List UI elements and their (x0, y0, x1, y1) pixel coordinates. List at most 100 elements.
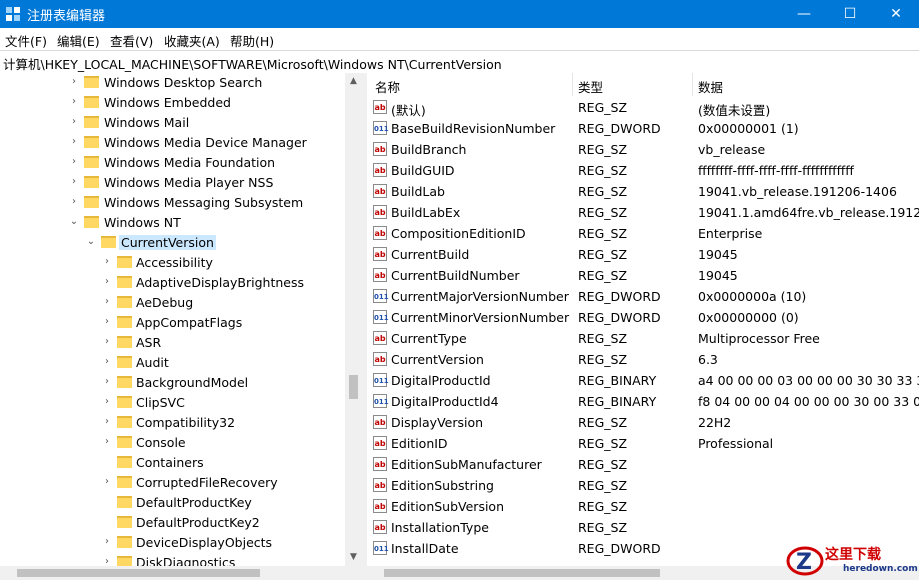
chevron-right-icon[interactable]: › (102, 536, 112, 548)
menu-help[interactable]: 帮助(H) (230, 31, 274, 50)
value-row[interactable]: ab CurrentType REG_SZ Multiprocessor Free (367, 328, 919, 349)
menu-edit[interactable]: 编辑(E) (57, 31, 100, 50)
chevron-right-icon[interactable]: › (69, 116, 79, 128)
folder-icon (117, 456, 132, 468)
value-type: REG_DWORD (578, 310, 661, 325)
values-list[interactable]: 名称 类型 数据 ab (默认) REG_SZ (数值未设置) 011 BaseBuild… (367, 73, 919, 566)
value-row[interactable]: ab BuildBranch REG_SZ vb_release (367, 139, 919, 160)
menu-view[interactable]: 查看(V) (110, 31, 153, 50)
value-data: ffffffff-ffff-ffff-ffff-ffffffffffff (698, 163, 854, 178)
menu-file[interactable]: 文件(F) (5, 31, 47, 50)
tree-item[interactable]: › AeDebug (0, 293, 345, 313)
watermark-text: 这里下载 (825, 547, 881, 563)
tree-item[interactable]: › AppCompatFlags (0, 313, 345, 333)
binary-value-icon: 011 (373, 310, 389, 324)
chevron-right-icon[interactable]: › (102, 556, 112, 566)
value-row[interactable]: ab EditionSubManufacturer REG_SZ (367, 454, 919, 475)
value-row[interactable]: 011 BaseBuildRevisionNumber REG_DWORD 0x000… (367, 118, 919, 139)
binary-value-icon: 011 (373, 121, 389, 135)
tree-vertical-scrollbar[interactable]: ▲ ▼ (345, 73, 362, 566)
tree-item[interactable]: › Console (0, 433, 345, 453)
chevron-right-icon[interactable]: › (102, 276, 112, 288)
value-row[interactable]: ab EditionSubVersion REG_SZ (367, 496, 919, 517)
tree-item[interactable]: › Windows Mail (0, 113, 345, 133)
folder-icon (117, 396, 132, 408)
chevron-right-icon[interactable]: › (102, 376, 112, 388)
tree-item[interactable]: › DeviceDisplayObjects (0, 533, 345, 553)
column-divider[interactable] (572, 73, 573, 96)
chevron-right-icon[interactable]: › (102, 416, 112, 428)
value-row[interactable]: 011 DigitalProductId REG_BINARY a4 00 00 00… (367, 370, 919, 391)
column-header-name[interactable]: 名称 (375, 77, 400, 96)
value-row[interactable]: ab CurrentBuild REG_SZ 19045 (367, 244, 919, 265)
tree-item[interactable]: › ClipSVC (0, 393, 345, 413)
minimize-button[interactable]: — (781, 0, 827, 28)
tree-horizontal-scrollbar[interactable] (0, 566, 362, 580)
tree-item[interactable]: Containers (0, 453, 345, 473)
address-bar[interactable]: 计算机\HKEY_LOCAL_MACHINE\SOFTWARE\Microsof… (0, 50, 919, 74)
chevron-right-icon[interactable]: › (102, 476, 112, 488)
tree-item[interactable]: › Audit (0, 353, 345, 373)
close-button[interactable]: ✕ (873, 0, 919, 28)
chevron-right-icon[interactable]: › (69, 76, 79, 88)
value-row[interactable]: ab CurrentBuildNumber REG_SZ 19045 (367, 265, 919, 286)
tree-item[interactable]: ⌄ Windows NT (0, 213, 345, 233)
maximize-button[interactable]: ☐ (827, 0, 873, 28)
chevron-right-icon[interactable]: › (102, 336, 112, 348)
chevron-down-icon[interactable]: ⌄ (69, 216, 79, 228)
scroll-thumb[interactable] (384, 569, 660, 577)
scroll-thumb[interactable] (349, 375, 358, 399)
column-header-type[interactable]: 类型 (578, 77, 603, 96)
menu-favorites[interactable]: 收藏夹(A) (164, 31, 220, 50)
chevron-right-icon[interactable]: › (69, 96, 79, 108)
chevron-right-icon[interactable]: › (102, 436, 112, 448)
chevron-right-icon[interactable]: › (102, 396, 112, 408)
tree-item[interactable]: › Windows Desktop Search (0, 73, 345, 93)
chevron-right-icon[interactable]: › (102, 316, 112, 328)
value-row[interactable]: 011 CurrentMajorVersionNumber REG_DWORD 0x0… (367, 286, 919, 307)
tree-item[interactable]: › Accessibility (0, 253, 345, 273)
tree-item[interactable]: › Windows Media Device Manager (0, 133, 345, 153)
tree-item[interactable]: › Windows Embedded (0, 93, 345, 113)
tree-item[interactable]: › AdaptiveDisplayBrightness (0, 273, 345, 293)
chevron-right-icon[interactable]: › (102, 296, 112, 308)
value-row[interactable]: ab EditionID REG_SZ Professional (367, 433, 919, 454)
tree-item[interactable]: ⌄ CurrentVersion (0, 233, 345, 253)
scroll-thumb[interactable] (17, 569, 260, 577)
chevron-right-icon[interactable]: › (69, 176, 79, 188)
value-row[interactable]: ab InstallationType REG_SZ (367, 517, 919, 538)
address-path[interactable]: 计算机\HKEY_LOCAL_MACHINE\SOFTWARE\Microsof… (3, 54, 502, 73)
tree-item[interactable]: › Windows Messaging Subsystem (0, 193, 345, 213)
column-header-data[interactable]: 数据 (698, 77, 723, 96)
chevron-right-icon[interactable]: › (102, 256, 112, 268)
value-row[interactable]: ab DisplayVersion REG_SZ 22H2 (367, 412, 919, 433)
tree-item[interactable]: › CorruptedFileRecovery (0, 473, 345, 493)
value-row[interactable]: ab CurrentVersion REG_SZ 6.3 (367, 349, 919, 370)
scroll-up-arrow-icon[interactable]: ▲ (345, 73, 362, 90)
chevron-down-icon[interactable]: ⌄ (86, 236, 96, 248)
value-row[interactable]: ab BuildGUID REG_SZ ffffffff-ffff-ffff-ffff… (367, 160, 919, 181)
chevron-right-icon[interactable]: › (69, 196, 79, 208)
key-tree[interactable]: › Windows Desktop Search › Windows Embedded… (0, 73, 345, 566)
value-row[interactable]: ab BuildLab REG_SZ 19041.vb_release.191206-… (367, 181, 919, 202)
folder-icon (117, 476, 132, 488)
scroll-down-arrow-icon[interactable]: ▼ (345, 549, 362, 566)
tree-item[interactable]: › Windows Media Foundation (0, 153, 345, 173)
value-row[interactable]: ab (默认) REG_SZ (数值未设置) (367, 97, 919, 118)
tree-item[interactable]: › DiskDiagnostics (0, 553, 345, 566)
tree-item[interactable]: DefaultProductKey2 (0, 513, 345, 533)
value-row[interactable]: 011 DigitalProductId4 REG_BINARY f8 04 00 0… (367, 391, 919, 412)
value-row[interactable]: ab CompositionEditionID REG_SZ Enterprise (367, 223, 919, 244)
chevron-right-icon[interactable]: › (69, 136, 79, 148)
column-divider[interactable] (692, 73, 693, 96)
value-row[interactable]: ab BuildLabEx REG_SZ 19041.1.amd64fre.vb_re… (367, 202, 919, 223)
tree-item[interactable]: › ASR (0, 333, 345, 353)
tree-item[interactable]: › BackgroundModel (0, 373, 345, 393)
tree-item[interactable]: DefaultProductKey (0, 493, 345, 513)
tree-item[interactable]: › Windows Media Player NSS (0, 173, 345, 193)
chevron-right-icon[interactable]: › (102, 356, 112, 368)
tree-item[interactable]: › Compatibility32 (0, 413, 345, 433)
value-row[interactable]: 011 CurrentMinorVersionNumber REG_DWORD 0x0… (367, 307, 919, 328)
value-row[interactable]: ab EditionSubstring REG_SZ (367, 475, 919, 496)
chevron-right-icon[interactable]: › (69, 156, 79, 168)
